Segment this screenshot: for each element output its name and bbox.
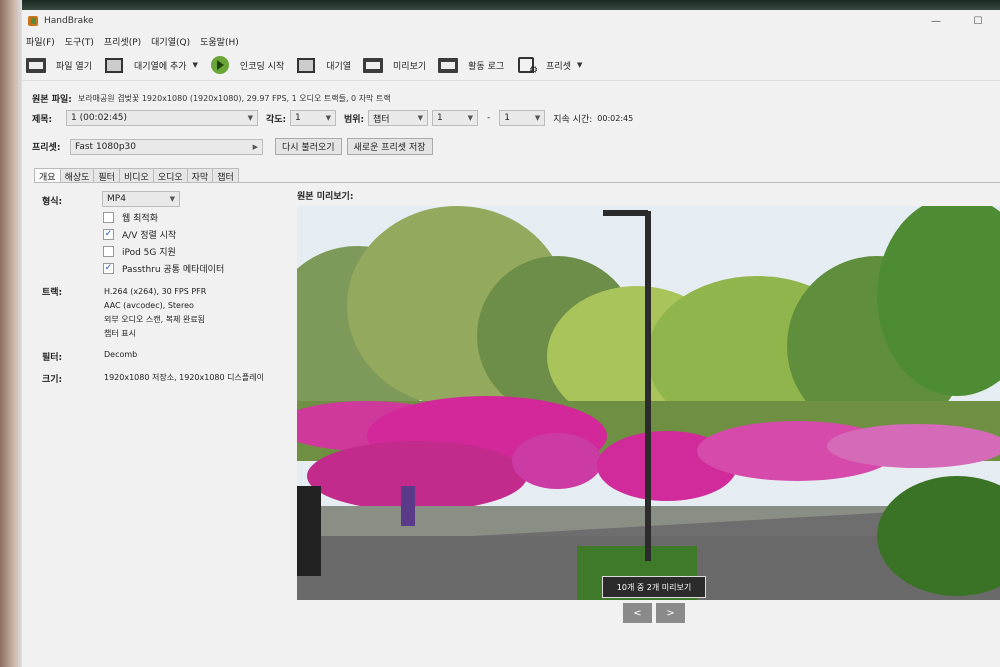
tab-subtitles[interactable]: 자막 — [186, 168, 214, 183]
track-video: H.264 (x264), 30 FPS PFR — [104, 287, 207, 296]
track-foreign-scan: 외부 오디오 스캔, 복제 완료됨 — [104, 315, 206, 324]
source-info: 보라매공원 겹벚꽃 1920x1080 (1920x1080), 29.97 F… — [77, 94, 391, 103]
title-select[interactable]: 1 (00:02:45) ▼ — [66, 110, 258, 126]
ipod-5g-checkbox[interactable]: iPod 5G 지원 — [103, 243, 224, 260]
title-label: 제목: — [32, 114, 53, 125]
checkbox-box[interactable] — [103, 212, 114, 223]
start-encode-button[interactable]: 인코딩 시작 — [210, 55, 284, 75]
chevron-down-icon: ▼ — [534, 114, 541, 122]
range-start-select[interactable]: 1 ▼ — [432, 110, 478, 126]
menu-file[interactable]: 파일(F) — [26, 35, 55, 48]
chevron-down-icon[interactable]: ▼ — [193, 61, 198, 69]
range-dash: - — [487, 113, 491, 123]
add-to-queue-button[interactable]: 대기열에 추가 ▼ — [104, 55, 198, 75]
handbrake-app-icon — [28, 16, 38, 26]
log-terminal-icon — [438, 55, 459, 75]
settings-tabs: 개요 해상도 필터 비디오 오디오 자막 챕터 — [34, 168, 239, 183]
format-select[interactable]: MP4 ▼ — [102, 191, 180, 207]
title-row: 제목: 1 (00:02:45) ▼ 각도: 1 ▼ 범위: 챕터 ▼ 1 ▼ - 1 ▼… — [32, 110, 633, 126]
chevron-down-icon: ▼ — [325, 114, 331, 122]
play-icon — [210, 55, 230, 75]
open-source-button[interactable]: 파일 열기 — [26, 55, 92, 75]
format-label: 형식: — [42, 197, 63, 207]
chevron-down-icon: ▼ — [247, 114, 253, 122]
align-av-checkbox[interactable]: ✓ A/V 정렬 시작 — [103, 226, 224, 243]
minimize-button[interactable]: — — [918, 10, 954, 32]
presets-button[interactable]: 프리셋 ▼ — [516, 55, 582, 76]
tab-filters[interactable]: 필터 — [93, 168, 120, 183]
track-chapters: 챕터 표시 — [104, 329, 136, 338]
preset-row: 프리셋: Fast 1080p30 ▶ 다시 불러오기 새로운 프리셋 저장 — [32, 138, 433, 155]
save-new-preset-button[interactable]: 새로운 프리셋 저장 — [346, 138, 433, 155]
film-clapper-icon — [26, 55, 46, 75]
size-value: 1920x1080 저장소, 1920x1080 디스플레이 — [104, 373, 264, 382]
reload-preset-button[interactable]: 다시 불러오기 — [275, 138, 342, 155]
preview-button[interactable]: 미리보기 — [363, 55, 426, 75]
preview-prev-button[interactable]: < — [623, 603, 652, 623]
handbrake-window: HandBrake — ☐ 파일(F) 도구(T) 프리셋(P) 대기열(Q) … — [22, 10, 1000, 667]
window-title: HandBrake — [44, 16, 94, 26]
checkbox-box[interactable] — [103, 246, 114, 257]
filters-label: 필터: — [42, 353, 63, 363]
tab-audio[interactable]: 오디오 — [152, 168, 188, 183]
maximize-button[interactable]: ☐ — [960, 10, 996, 32]
web-optimized-checkbox[interactable]: 웹 최적화 — [103, 209, 224, 226]
menu-queue[interactable]: 대기열(Q) — [151, 35, 190, 48]
range-end-select[interactable]: 1 ▼ — [499, 110, 546, 126]
format-options: 웹 최적화 ✓ A/V 정렬 시작 iPod 5G 지원 ✓ Passthru … — [103, 209, 224, 277]
film-strip-icon — [363, 55, 384, 75]
range-type-select[interactable]: 챕터 ▼ — [368, 110, 428, 126]
preview-label: 원본 미리보기: — [297, 192, 354, 202]
size-label: 크기: — [42, 375, 63, 385]
menu-presets[interactable]: 프리셋(P) — [104, 35, 141, 48]
filters-value: Decomb — [104, 350, 138, 359]
settings-gear-icon — [516, 55, 538, 76]
queue-button[interactable]: 대기열 — [296, 55, 351, 75]
angle-label: 각도: — [266, 114, 287, 125]
chevron-down-icon: ▼ — [467, 114, 473, 122]
tab-summary[interactable]: 개요 — [34, 168, 61, 183]
screen-bezel-top — [0, 0, 1000, 10]
tab-chapters[interactable]: 챕터 — [212, 168, 239, 183]
queue-photos-icon — [296, 55, 316, 75]
menu-tools[interactable]: 도구(T) — [65, 35, 94, 48]
tab-dimensions[interactable]: 해상도 — [59, 168, 95, 183]
chevron-down-icon: ▼ — [417, 114, 423, 122]
tracks-label: 트랙: — [42, 288, 63, 298]
preview-next-button[interactable]: > — [656, 603, 685, 623]
tracks-list: H.264 (x264), 30 FPS PFR AAC (avcodec), … — [104, 285, 206, 341]
preset-label: 프리셋: — [32, 143, 61, 153]
screen-bezel-left — [0, 0, 22, 667]
chevron-down-icon: ▼ — [169, 195, 175, 203]
angle-select[interactable]: 1 ▼ — [290, 110, 336, 126]
passthru-metadata-checkbox[interactable]: ✓ Passthru 공통 메타데이터 — [103, 260, 224, 277]
toolbar: 파일 열기 대기열에 추가 ▼ 인코딩 시작 대기열 미리보기 활동 로그 프리… — [22, 50, 1000, 81]
source-preview-image — [297, 206, 1000, 600]
range-label: 범위: — [344, 114, 365, 125]
chevron-right-icon: ▶ — [252, 142, 258, 151]
duration-value: 00:02:45 — [597, 113, 634, 123]
tab-video[interactable]: 비디오 — [118, 168, 154, 183]
checkmark-icon[interactable]: ✓ — [103, 263, 114, 274]
duration-label: 지속 시간: — [553, 114, 593, 125]
preview-caption: 10개 중 2개 미리보기 — [602, 576, 706, 598]
chevron-down-icon[interactable]: ▼ — [577, 61, 582, 69]
track-audio: AAC (avcodec), Stereo — [104, 301, 194, 310]
checkmark-icon[interactable]: ✓ — [103, 229, 114, 240]
activity-log-button[interactable]: 활동 로그 — [438, 55, 504, 75]
source-row: 원본 파일: 보라매공원 겹벚꽃 1920x1080 (1920x1080), … — [32, 92, 391, 105]
add-image-icon — [104, 55, 124, 75]
source-label: 원본 파일: — [32, 95, 72, 105]
menu-bar: 파일(F) 도구(T) 프리셋(P) 대기열(Q) 도움말(H) — [22, 32, 1000, 50]
title-bar: HandBrake — ☐ — [22, 10, 1000, 32]
preset-select[interactable]: Fast 1080p30 ▶ — [70, 138, 263, 155]
menu-help[interactable]: 도움말(H) — [200, 35, 239, 48]
